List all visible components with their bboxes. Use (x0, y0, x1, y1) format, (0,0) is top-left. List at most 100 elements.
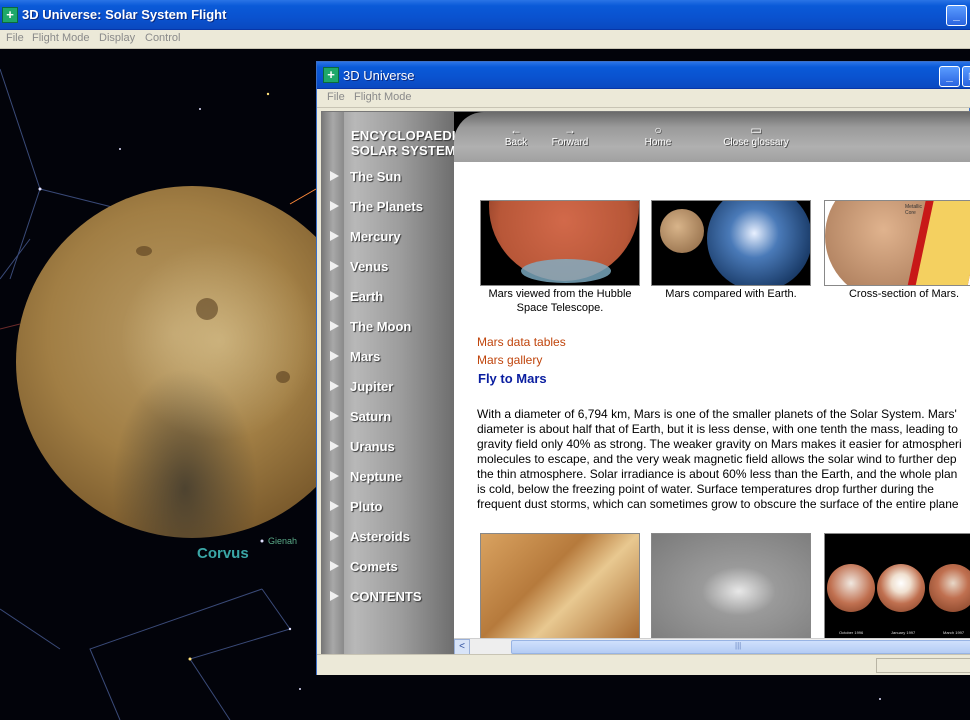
play-arrow-icon (330, 591, 339, 601)
mars-dust-storm-image[interactable] (480, 533, 640, 638)
sidebar-item-label: Uranus (350, 439, 395, 454)
sidebar-item-contents[interactable]: CONTENTS (322, 587, 454, 607)
sidebar-item-neptune[interactable]: Neptune (322, 467, 454, 487)
status-pane (876, 658, 970, 673)
mars-gallery-link[interactable]: Mars gallery (477, 353, 542, 367)
ency-minimize-button[interactable]: _ (939, 66, 960, 87)
encyclopedia-toolbar: ← Back → Forward ○ Home ▭ Close glossary (454, 112, 970, 162)
mars-earth-compare-image[interactable] (651, 200, 811, 286)
menu-flight-mode[interactable]: Flight Mode (32, 32, 89, 44)
menu-display[interactable]: Display (99, 32, 135, 44)
menu-file[interactable]: File (6, 32, 24, 44)
play-arrow-icon (330, 171, 339, 181)
article-content: Mars viewed from the Hubble Space Telesc… (454, 162, 970, 638)
scroll-grip: ||| (735, 641, 742, 650)
star-label: Gienah (268, 536, 298, 546)
play-arrow-icon (330, 321, 339, 331)
sidebar-item-label: Jupiter (350, 379, 394, 394)
play-arrow-icon (330, 351, 339, 361)
ency-app-icon: + (323, 67, 339, 83)
content-hscrollbar[interactable]: < ||| (454, 638, 970, 655)
sidebar-item-asteroids[interactable]: Asteroids (322, 527, 454, 547)
sidebar-item-pluto[interactable]: Pluto (322, 497, 454, 517)
sidebar-item-label: Mars (350, 349, 381, 364)
scroll-left-button[interactable]: < (454, 639, 470, 655)
ency-window-title: 3D Universe (343, 68, 415, 83)
sidebar-item-mars[interactable]: Mars (322, 347, 454, 367)
sidebar-item-saturn[interactable]: Saturn (322, 407, 454, 427)
play-arrow-icon (330, 411, 339, 421)
mars-cross-section-image[interactable]: Metallic Core (824, 200, 970, 286)
mars-seasonal-image[interactable]: October 1996 January 1997 March 1997 (824, 533, 970, 638)
fly-to-mars-link[interactable]: Fly to Mars (478, 371, 547, 386)
play-arrow-icon (330, 231, 339, 241)
sidebar-item-the-planets[interactable]: The Planets (322, 197, 454, 217)
home-circle-icon: ○ (654, 123, 662, 137)
caption-compare: Mars compared with Earth. (665, 288, 797, 300)
caption-hubble: Mars viewed from the Hubble Space Telesc… (488, 288, 632, 314)
home-button[interactable]: ○ Home (618, 124, 698, 148)
close-glossary-label: Close glossary (723, 137, 789, 148)
back-label: Back (504, 137, 528, 148)
ency-maximize-button[interactable]: □ (962, 66, 970, 87)
sidebar-item-venus[interactable]: Venus (322, 257, 454, 277)
main-titlebar[interactable]: + 3D Universe: Solar System Flight _ (0, 0, 970, 30)
ency-titlebar[interactable]: + 3D Universe _ □ (317, 62, 970, 89)
encyclopedia-brand: ENCYCLOPAEDIA SOLAR SYSTEM (351, 128, 465, 158)
home-label: Home (644, 137, 672, 148)
sidebar-item-label: Earth (350, 289, 384, 304)
ency-menubar: File Flight Mode (317, 89, 970, 108)
sidebar-item-label: Venus (350, 259, 389, 274)
play-arrow-icon (330, 381, 339, 391)
close-glossary-button[interactable]: ▭ Close glossary (716, 124, 796, 148)
play-arrow-icon (330, 501, 339, 511)
mars-dust-devil-image[interactable] (651, 533, 811, 638)
ency-statusbar (317, 654, 970, 675)
sidebar-item-label: Saturn (350, 409, 392, 424)
sidebar-item-label: Mercury (350, 229, 401, 244)
sidebar-item-earth[interactable]: Earth (322, 287, 454, 307)
constellation-label: Corvus (197, 545, 249, 562)
sidebar-item-comets[interactable]: Comets (322, 557, 454, 577)
encyclopedia-window: + 3D Universe _ □ File Flight Mode ENCYC… (316, 61, 970, 675)
mars-crater (196, 298, 218, 320)
mars-crater (136, 246, 152, 256)
play-arrow-icon (330, 561, 339, 571)
mars-hubble-image[interactable] (480, 200, 640, 286)
play-arrow-icon (330, 441, 339, 451)
forward-button[interactable]: → Forward (530, 124, 610, 148)
sidebar-item-label: Comets (350, 559, 398, 574)
main-menubar: File Flight Mode Display Control (0, 30, 970, 49)
caption-cross-section: Cross-section of Mars. (848, 288, 960, 300)
encyclopedia-frame: ENCYCLOPAEDIA SOLAR SYSTEM The Sun The Pl… (321, 111, 970, 655)
brand-line-1: ENCYCLOPAEDIA (351, 128, 466, 143)
encyclopedia-sidebar: ENCYCLOPAEDIA SOLAR SYSTEM The Sun The Pl… (322, 112, 465, 655)
brand-line-2: SOLAR SYSTEM (351, 143, 456, 158)
app-icon: + (2, 7, 18, 23)
mars-crater (276, 371, 290, 383)
main-window-title: 3D Universe: Solar System Flight (22, 7, 227, 22)
sidebar-item-label: The Planets (350, 199, 423, 214)
scroll-thumb[interactable]: ||| (511, 640, 970, 654)
play-arrow-icon (330, 261, 339, 271)
mars-data-tables-link[interactable]: Mars data tables (477, 335, 566, 349)
sidebar-item-the-sun[interactable]: The Sun (322, 167, 454, 187)
sidebar-item-label: The Sun (350, 169, 402, 184)
ency-menu-file[interactable]: File (327, 91, 345, 103)
main-minimize-button[interactable]: _ (946, 5, 967, 26)
sidebar-item-label: Neptune (350, 469, 402, 484)
sidebar-item-mercury[interactable]: Mercury (322, 227, 454, 247)
glossary-box-icon: ▭ (750, 123, 762, 137)
sidebar-item-label: Pluto (350, 499, 383, 514)
play-arrow-icon (330, 291, 339, 301)
sidebar-item-jupiter[interactable]: Jupiter (322, 377, 454, 397)
sidebar-item-uranus[interactable]: Uranus (322, 437, 454, 457)
forward-arrow-icon: → (564, 123, 576, 137)
play-arrow-icon (330, 201, 339, 211)
ency-menu-flight-mode[interactable]: Flight Mode (354, 91, 411, 103)
sidebar-item-label: Asteroids (350, 529, 410, 544)
sidebar-item-label: The Moon (350, 319, 412, 334)
sidebar-item-the-moon[interactable]: The Moon (322, 317, 454, 337)
forward-label: Forward (551, 137, 589, 148)
menu-control[interactable]: Control (145, 32, 180, 44)
